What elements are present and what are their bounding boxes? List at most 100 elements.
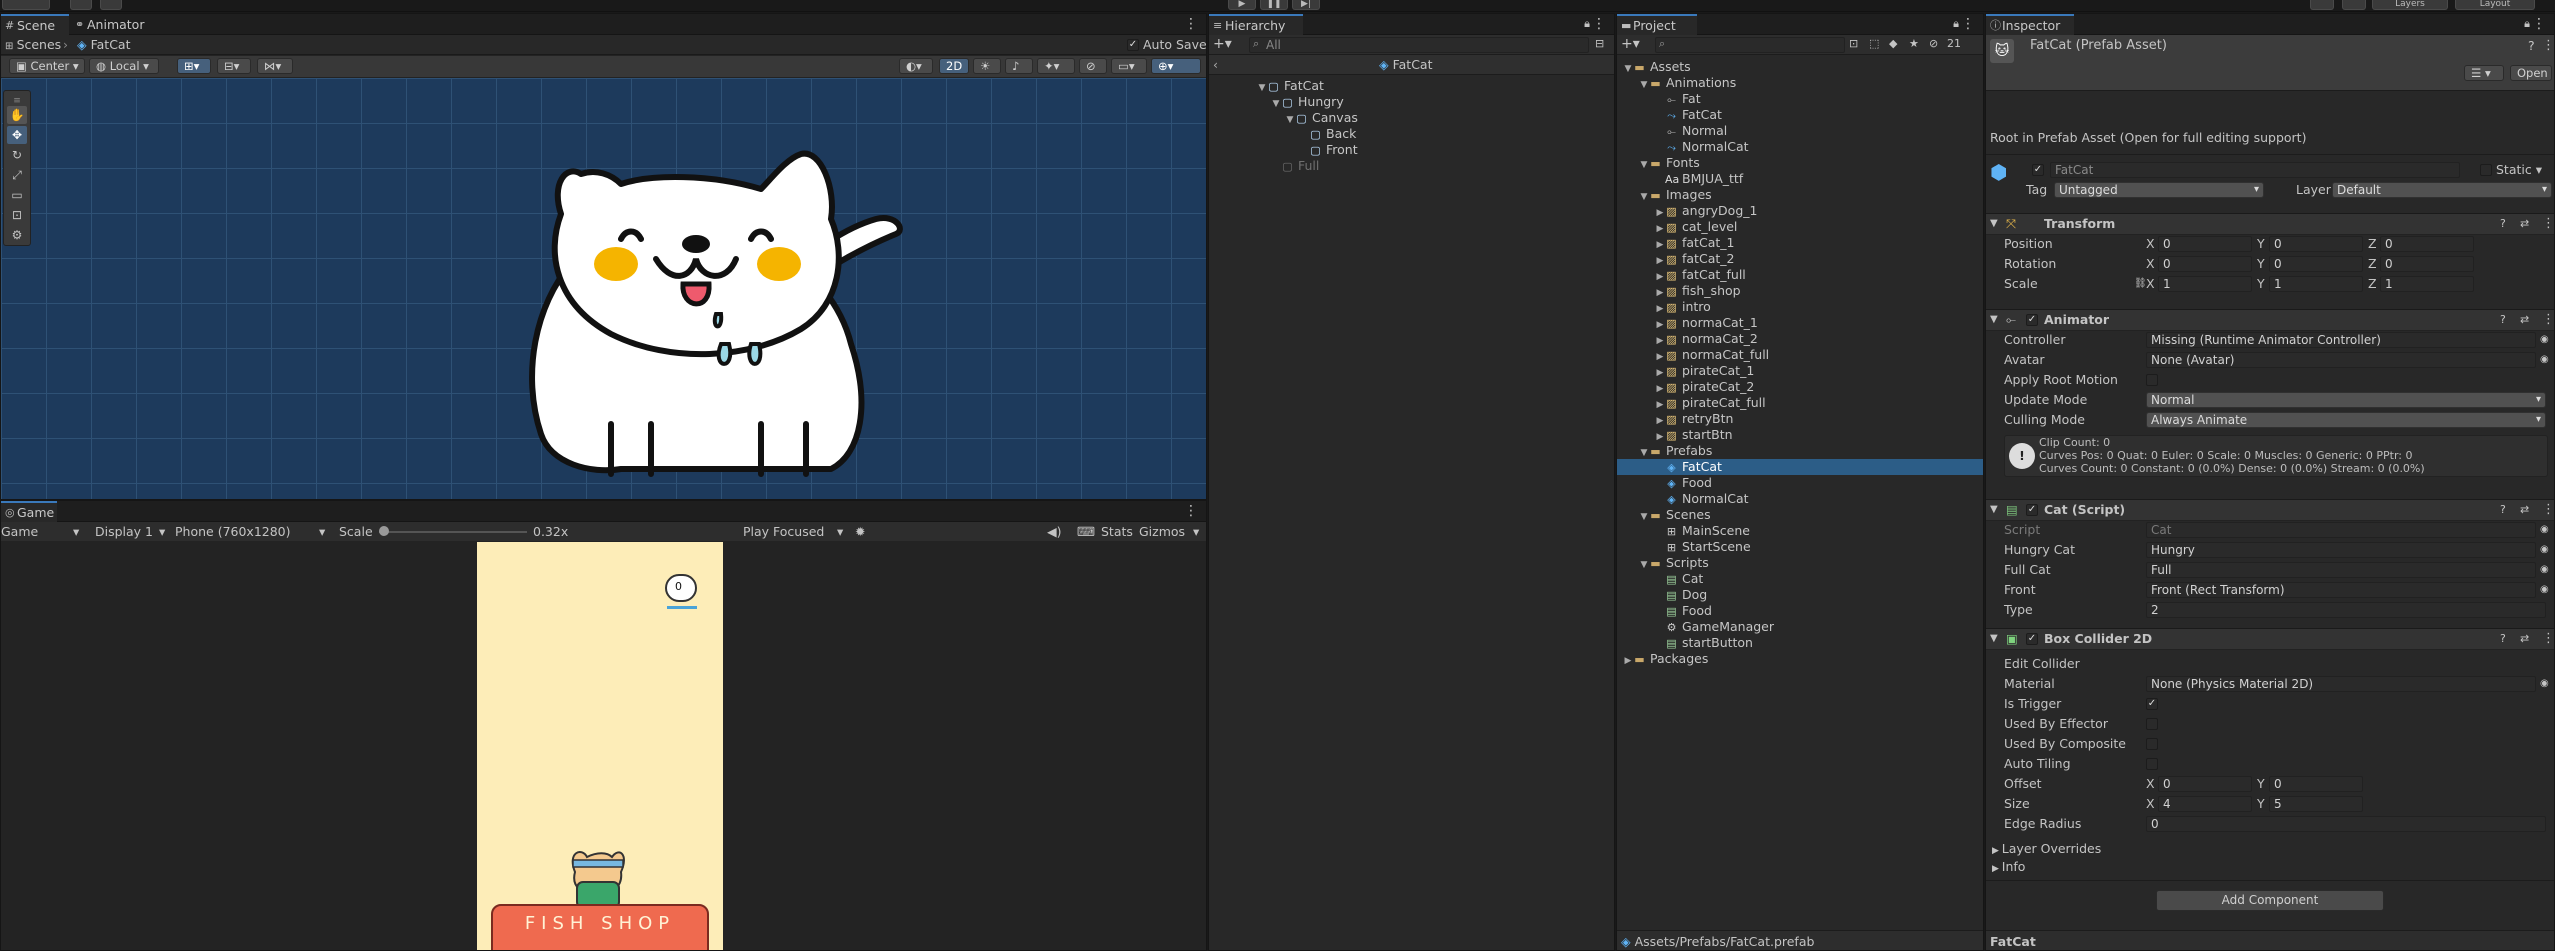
2d-toggle[interactable]: 2D [939, 58, 969, 74]
favorite-icon[interactable]: ★ [1909, 36, 1919, 52]
project-item-prefabs[interactable]: ▼ ▬ Prefabs [1617, 443, 1983, 459]
layer-overrides-foldout[interactable]: ▶ Layer Overrides [1992, 841, 2101, 859]
pause-button[interactable]: ❚❚ [1260, 0, 1288, 10]
tab-project[interactable]: ▬ Project [1617, 14, 1697, 35]
project-item-scenes[interactable]: ▼ ▬ Scenes [1617, 507, 1983, 523]
foldout-arrow-icon[interactable]: ▼ [1990, 216, 1998, 232]
cat-hungry-cat-field[interactable]: Hungry [2146, 542, 2536, 558]
settings-dropdown[interactable]: ☰ ▾ [2464, 65, 2504, 81]
hierarchy-item-canvas[interactable]: ▼ ▢ Canvas [1285, 110, 1358, 126]
open-button[interactable]: Open [2510, 65, 2552, 81]
scale-slider-handle[interactable] [379, 526, 389, 536]
cat-full-cat-field[interactable]: Full [2146, 562, 2536, 578]
play-focus-dropdown[interactable]: Play Focused ▾ [743, 524, 847, 540]
layers-dropdown[interactable]: Layers [2372, 0, 2448, 10]
project-item-piratecat_2[interactable]: ▶ ▨ pirateCat_2 [1617, 379, 1983, 395]
project-item-normal[interactable]: ⟜ Normal [1617, 123, 1983, 139]
component-more-icon[interactable]: ⋮ [2542, 502, 2554, 518]
transform-position-y-input[interactable]: 0 [2269, 236, 2363, 252]
layer-dropdown[interactable]: Default [2332, 182, 2552, 198]
object-picker-icon[interactable]: ◉ [2540, 676, 2549, 692]
project-search-input[interactable] [1655, 37, 1845, 53]
collider-offset-x-input[interactable]: 0 [2158, 776, 2252, 792]
step-button[interactable]: ▶| [1292, 0, 1320, 10]
project-item-fonts[interactable]: ▼ ▬ Fonts [1617, 155, 1983, 171]
add-component-button[interactable]: Add Component [2156, 890, 2384, 911]
object-picker-icon[interactable]: ◉ [2540, 582, 2549, 598]
tab-animator[interactable]: ⚭ Animator [71, 14, 163, 35]
camera-icon[interactable]: ▭▾ [1111, 58, 1147, 74]
preset-icon[interactable]: ⇄ [2520, 312, 2529, 328]
expand-arrow-icon[interactable]: ▼ [1257, 80, 1267, 96]
help-icon[interactable]: ? [2500, 312, 2506, 328]
hierarchy-more-icon[interactable]: ⋮ [1592, 16, 1606, 32]
object-picker-icon[interactable]: ◉ [2540, 542, 2549, 558]
expand-arrow-icon[interactable]: ▼ [1285, 112, 1295, 128]
keyboard-icon[interactable]: ⌨ [1077, 524, 1095, 540]
game-mode-dropdown[interactable]: Game ▾ [1, 524, 83, 540]
help-icon[interactable]: ? [2500, 631, 2506, 647]
cat-type-field[interactable]: 2 [2146, 602, 2546, 618]
project-item-fish_shop[interactable]: ▶ ▨ fish_shop [1617, 283, 1983, 299]
collider-offset-y-input[interactable]: 0 [2269, 776, 2363, 792]
project-item-gamemanager[interactable]: ⚙ GameManager [1617, 619, 1983, 635]
transform-rotation-y-input[interactable]: 0 [2269, 256, 2363, 272]
search-icon[interactable] [2342, 0, 2366, 10]
project-item-normalcat[interactable]: ◈ NormalCat [1617, 491, 1983, 507]
transform-scale-z-input[interactable]: 1 [2380, 276, 2474, 292]
expand-arrow-icon[interactable]: ▼ [1271, 96, 1281, 112]
project-item-images[interactable]: ▼ ▬ Images [1617, 187, 1983, 203]
info-foldout[interactable]: ▶ Info [1992, 859, 2025, 877]
gizmos-dropdown[interactable]: Gizmos ▾ [1139, 524, 1203, 540]
project-item-normacat_2[interactable]: ▶ ▨ normaCat_2 [1617, 331, 1983, 347]
move-tool-icon[interactable]: ✥ [7, 126, 27, 144]
project-item-animations[interactable]: ▼ ▬ Animations [1617, 75, 1983, 91]
hierarchy-item-front[interactable]: ▢ Front [1309, 142, 1357, 158]
static-checkbox[interactable] [2480, 164, 2492, 176]
cat-front-field[interactable]: Front (Rect Transform) [2146, 582, 2536, 598]
edge-radius-input[interactable]: 0 [2146, 816, 2546, 832]
auto-save-checkbox[interactable]: ✓ [1127, 39, 1139, 51]
project-item-cat_level[interactable]: ▶ ▨ cat_level [1617, 219, 1983, 235]
project-item-scripts[interactable]: ▼ ▬ Scripts [1617, 555, 1983, 571]
filter-type-icon[interactable]: ⬚ [1869, 36, 1879, 52]
project-more-icon[interactable]: ⋮ [1961, 16, 1975, 32]
foldout-arrow-icon[interactable]: ▼ [1990, 631, 1998, 647]
collider-size-y-input[interactable]: 5 [2269, 796, 2363, 812]
project-item-fatcat[interactable]: ⤳ FatCat [1617, 107, 1983, 123]
project-item-fat[interactable]: ⟜ Fat [1617, 91, 1983, 107]
apply-root-motion-checkbox[interactable] [2146, 374, 2158, 386]
transform-rotation-z-input[interactable]: 0 [2380, 256, 2474, 272]
stats-button[interactable]: Stats [1101, 524, 1133, 540]
transform-rotation-x-input[interactable]: 0 [2158, 256, 2252, 272]
lock-icon[interactable]: 🔒︎ [1584, 16, 1590, 32]
tab-inspector[interactable]: ⓘ Inspector [1986, 14, 2074, 35]
animator-update-mode-dropdown[interactable]: Normal [2146, 392, 2546, 408]
fat-cat-sprite[interactable] [511, 134, 911, 494]
resolution-dropdown[interactable]: Phone (760x1280) ▾ [175, 524, 331, 540]
asset-more-icon[interactable]: ⋮ [2542, 38, 2554, 54]
search-scene-icon[interactable]: ⊡ [1849, 36, 1858, 52]
shading-mode-button[interactable]: ◐▾ [899, 58, 933, 74]
game-view[interactable]: 0 FISH SHOP [477, 542, 723, 950]
animator-culling-mode-dropdown[interactable]: Always Animate [2146, 412, 2546, 428]
lighting-icon[interactable]: ☀ [973, 58, 1001, 74]
mute-audio-icon[interactable]: ◀) [1047, 524, 1062, 540]
hierarchy-item-fatcat[interactable]: ▼ ▢ FatCat [1257, 78, 1324, 94]
visibility-icon[interactable]: ⊘ [1079, 58, 1107, 74]
hand-tool-icon[interactable]: ✋ [7, 106, 27, 124]
component-more-icon[interactable]: ⋮ [2542, 216, 2554, 232]
hidden-packages-icon[interactable]: ⊘ [1929, 36, 1938, 52]
collider-used-by-effector-checkbox[interactable] [2146, 718, 2158, 730]
preset-icon[interactable]: ⇄ [2520, 216, 2529, 232]
game-more-options-icon[interactable]: ⋮ [1184, 503, 1198, 519]
collider-size-x-input[interactable]: 4 [2158, 796, 2252, 812]
scene-visibility-icon[interactable]: ⊟ [1595, 36, 1604, 52]
project-item-normacat_full[interactable]: ▶ ▨ normaCat_full [1617, 347, 1983, 363]
tab-game[interactable]: ◎ Game [1, 501, 57, 522]
animator-enabled-checkbox[interactable]: ✓ [2026, 314, 2038, 326]
transform-position-z-input[interactable]: 0 [2380, 236, 2474, 252]
display-dropdown[interactable]: Display 1 ▾ [95, 524, 167, 540]
project-item-mainscene[interactable]: ⊞ MainScene [1617, 523, 1983, 539]
box-collider-header[interactable]: ▼ ▣ ✓ Box Collider 2D ? ⇄ ⋮ [1986, 628, 2554, 650]
